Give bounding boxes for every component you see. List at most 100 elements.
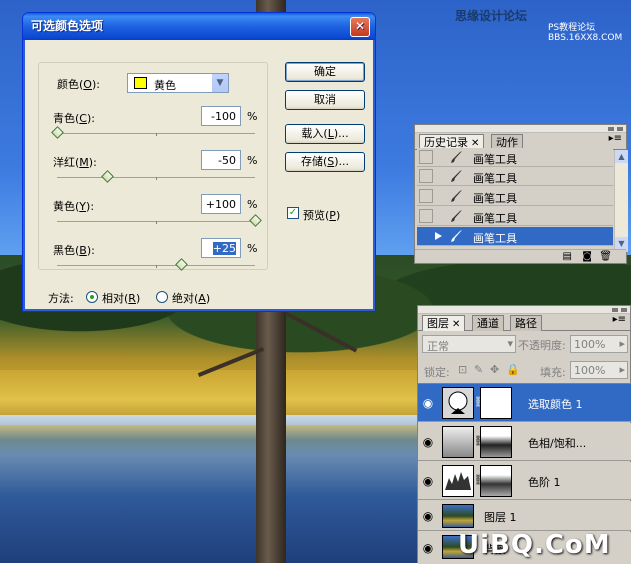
magenta-field[interactable]: -50 [201, 150, 241, 170]
yellow-field[interactable]: +100 [201, 194, 241, 214]
layers-tabs: 图层 ✕ 通道 路径 ▸≡ [418, 314, 630, 331]
cyan-label: 青色(C): [53, 112, 95, 125]
black-unit: % [247, 242, 258, 255]
new-document-icon[interactable]: ▤ [563, 251, 572, 262]
adjustment-layer-icon [442, 387, 474, 419]
close-icon[interactable]: ✕ [452, 319, 460, 330]
lock-all-icon[interactable]: 🔒 [506, 363, 520, 376]
method-relative-radio[interactable] [86, 291, 98, 303]
lock-image-icon[interactable]: ✎ [474, 363, 483, 376]
history-item[interactable]: 画笔工具 [417, 187, 613, 206]
layer-row[interactable]: ◉ ⛓ 色阶 1 [418, 462, 631, 500]
layer-mask-thumbnail[interactable] [480, 465, 512, 497]
ok-button[interactable]: 确定 [285, 62, 365, 82]
history-scrollbar[interactable]: ▲ ▼ [614, 150, 628, 250]
history-item[interactable]: 画笔工具 [417, 148, 613, 167]
watermark-url: PS教程论坛 BBS.16XX8.COM [548, 23, 623, 43]
watermark-site: 思缘设计论坛 [455, 9, 528, 23]
chevron-right-icon[interactable]: ▸ [619, 363, 625, 376]
tab-layers[interactable]: 图层 ✕ [422, 315, 466, 331]
colors-dropdown[interactable]: 黄色 ▼ [127, 73, 229, 93]
dialog-body: 颜色(O): 黄色 ▼ 青色(C): -100 % 洋红(M): -50 % 黄… [26, 40, 372, 308]
yellow-slider-thumb[interactable] [249, 214, 262, 227]
magenta-slider-track[interactable] [57, 177, 255, 180]
preview-label: 预览(P) [303, 209, 341, 222]
opacity-field[interactable]: 100% ▸ [570, 335, 628, 353]
history-item[interactable]: 画笔工具 [417, 207, 613, 226]
black-slider-thumb[interactable] [174, 258, 188, 271]
history-item-active[interactable]: 画笔工具 [417, 227, 613, 246]
tab-paths[interactable]: 路径 [510, 315, 542, 331]
eye-icon[interactable]: ◉ [420, 540, 436, 556]
layer-row[interactable]: ◉ ⛓ 选取颜色 1 [418, 384, 631, 422]
blend-mode-select[interactable]: 正常 ▾ [422, 335, 516, 353]
dialog-titlebar[interactable]: 可选颜色选项 ✕ [23, 13, 375, 40]
magenta-unit: % [247, 154, 258, 167]
black-slider-track[interactable] [57, 265, 255, 268]
preview-checkbox[interactable]: ✓ [287, 207, 299, 219]
brush-icon [451, 230, 462, 242]
cyan-field[interactable]: -100 [201, 106, 241, 126]
black-field[interactable]: +25 [201, 238, 241, 258]
history-footer: ▤ ◙ 🗑 [415, 249, 626, 263]
layer-row[interactable]: ◉ ⛓ 色相/饱和... [418, 423, 631, 461]
method-absolute-label: 绝对(A) [172, 292, 211, 305]
method-absolute-radio[interactable] [156, 291, 168, 303]
magenta-label: 洋红(M): [53, 156, 97, 169]
opacity-label: 不透明度: [518, 339, 566, 352]
close-icon[interactable]: ✕ [350, 17, 370, 37]
history-item[interactable]: 画笔工具 [417, 167, 613, 186]
eye-icon[interactable]: ◉ [420, 473, 436, 489]
dialog-title: 可选颜色选项 [31, 19, 104, 33]
cyan-slider-thumb[interactable] [51, 126, 64, 139]
cancel-button[interactable]: 取消 [285, 90, 365, 110]
brush-icon [451, 170, 462, 182]
colors-label: 颜色(O): [57, 78, 100, 91]
method-label: 方法: [48, 292, 74, 305]
watermark-logo: UiBQ.CoM [458, 530, 611, 560]
layer-mask-thumbnail[interactable] [480, 426, 512, 458]
eye-icon[interactable]: ◉ [420, 434, 436, 450]
selective-color-dialog: 可选颜色选项 ✕ 颜色(O): 黄色 ▼ 青色(C): -100 % 洋红(M)… [22, 12, 376, 312]
yellow-swatch [134, 77, 147, 89]
trash-icon[interactable]: 🗑 [599, 251, 612, 262]
history-list: 画笔工具 画笔工具 画笔工具 画笔工具 画笔工具 ▲ ▼ [415, 148, 628, 252]
chevron-down-icon[interactable]: ▼ [211, 74, 228, 92]
chevron-down-icon[interactable]: ▾ [507, 337, 513, 350]
levels-icon [442, 465, 474, 497]
cyan-slider-track[interactable] [57, 133, 255, 136]
layer-row[interactable]: ◉ 图层 1 [418, 501, 631, 531]
palette-grip[interactable] [418, 306, 630, 314]
fill-label: 填充: [540, 366, 566, 379]
palette-grip[interactable] [415, 125, 626, 133]
lock-label: 锁定: [424, 366, 450, 379]
load-button[interactable]: 载入(L)... [285, 124, 365, 144]
lock-transparency-icon[interactable]: ⊡ [458, 363, 467, 376]
save-button[interactable]: 存储(S)... [285, 152, 365, 172]
layers-palette: 图层 ✕ 通道 路径 ▸≡ 正常 ▾ 不透明度: 100% ▸ 锁定: ⊡ ✎ ✥ 🔒… [417, 305, 631, 564]
yellow-unit: % [247, 198, 258, 211]
method-relative-label: 相对(R) [102, 292, 141, 305]
magenta-slider-thumb[interactable] [100, 170, 114, 183]
yellow-label: 黄色(Y): [53, 200, 95, 213]
brush-icon [451, 210, 462, 222]
eye-icon[interactable]: ◉ [420, 395, 436, 411]
brush-icon [451, 151, 462, 163]
tab-channels[interactable]: 通道 [472, 315, 504, 331]
chevron-right-icon[interactable]: ▸ [619, 337, 625, 350]
eye-icon[interactable]: ◉ [420, 508, 436, 524]
hue-saturation-icon [442, 426, 474, 458]
cyan-unit: % [247, 110, 258, 123]
layer-thumbnail [442, 504, 474, 528]
snapshot-icon[interactable]: ◙ [582, 251, 592, 262]
palette-menu-icon[interactable]: ▸≡ [609, 133, 622, 144]
history-state-marker-icon [435, 232, 442, 240]
brush-icon [451, 190, 462, 202]
scroll-up-icon[interactable]: ▲ [615, 150, 628, 163]
layer-mask-thumbnail[interactable] [480, 387, 512, 419]
fill-field[interactable]: 100% ▸ [570, 361, 628, 379]
black-label: 黑色(B): [53, 244, 95, 257]
yellow-slider-track[interactable] [57, 221, 255, 224]
palette-menu-icon[interactable]: ▸≡ [613, 314, 626, 325]
lock-position-icon[interactable]: ✥ [490, 363, 499, 376]
